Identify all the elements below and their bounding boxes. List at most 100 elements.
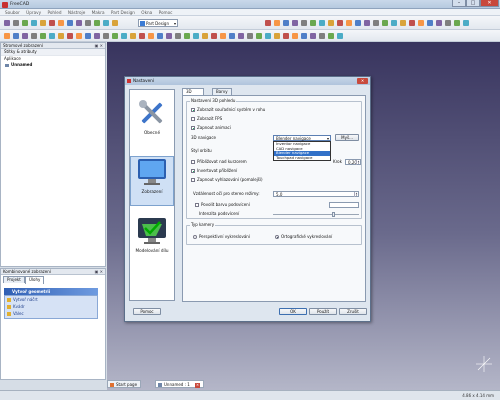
- toolbar-tool-icon[interactable]: [309, 33, 316, 39]
- task-panel-header[interactable]: Vytvoř geometrii: [4, 288, 98, 295]
- toolbar-tool-icon[interactable]: [48, 20, 55, 26]
- toolbar-tool-icon[interactable]: [282, 20, 289, 26]
- toolbar-tool-icon[interactable]: [336, 20, 343, 26]
- toolbar-tool-icon[interactable]: [408, 20, 415, 26]
- toolbar-tool-icon[interactable]: [264, 33, 271, 39]
- toolbar-tool-icon[interactable]: [39, 33, 46, 39]
- close-tab-icon[interactable]: ✕: [195, 383, 201, 388]
- radio-button[interactable]: [193, 235, 197, 239]
- toolbar-tool-icon[interactable]: [75, 20, 82, 26]
- help-button[interactable]: Pomoc: [133, 308, 161, 315]
- checkbox[interactable]: [191, 169, 195, 173]
- spin-arrows-icon[interactable]: ▴ ▾: [354, 192, 358, 197]
- check-antialiasing[interactable]: Zapnout vyhlazování (pomalejší): [191, 177, 263, 182]
- menu-macro[interactable]: Makra: [92, 9, 105, 16]
- toolbar-tool-icon[interactable]: [327, 33, 334, 39]
- dropdown-option[interactable]: Touchpad navigace: [274, 155, 330, 161]
- toolbar-tool-icon[interactable]: [255, 33, 262, 39]
- toolbar-tool-icon[interactable]: [57, 33, 64, 39]
- zoom-step-spinbox[interactable]: 0,20 ▴ ▾: [345, 159, 361, 165]
- panel-float-close-icons[interactable]: ▣ ✕: [95, 269, 103, 275]
- toolbar-tool-icon[interactable]: [93, 20, 100, 26]
- dialog-close-button[interactable]: ✕: [357, 78, 368, 84]
- check-zoom-at-cursor[interactable]: Přibližovat nad kurzorem: [191, 159, 247, 164]
- toolbar-tool-icon[interactable]: [192, 33, 199, 39]
- task-create-sketch[interactable]: Vytvoř náčrt: [5, 296, 97, 303]
- menu-edit[interactable]: Úpravy: [26, 9, 41, 16]
- toolbar-tool-icon[interactable]: [273, 20, 280, 26]
- toolbar-tool-icon[interactable]: [381, 20, 388, 26]
- eye-distance-spinbox[interactable]: 5,0 ▴ ▾: [273, 191, 359, 197]
- toolbar-tool-icon[interactable]: [66, 33, 73, 39]
- toolbar-tool-icon[interactable]: [300, 33, 307, 39]
- toolbar-tool-icon[interactable]: [219, 33, 226, 39]
- toolbar-tool-icon[interactable]: [156, 33, 163, 39]
- toolbar-tool-icon[interactable]: [327, 20, 334, 26]
- checkbox[interactable]: [191, 126, 195, 130]
- toolbar-tool-icon[interactable]: [30, 20, 37, 26]
- tab-colors[interactable]: Barvy: [212, 88, 232, 95]
- toolbar-tool-icon[interactable]: [282, 33, 289, 39]
- toolbar-tool-icon[interactable]: [21, 33, 28, 39]
- toolbar-tool-icon[interactable]: [354, 20, 361, 26]
- spin-arrows-icon[interactable]: ▴ ▾: [356, 160, 360, 165]
- toolbar-tool-icon[interactable]: [444, 20, 451, 26]
- check-show-fps[interactable]: Zobrazit FPS: [191, 116, 222, 121]
- toolbar-tool-icon[interactable]: [435, 20, 442, 26]
- toolbar-tool-icon[interactable]: [12, 33, 19, 39]
- close-button[interactable]: ✕: [480, 0, 499, 7]
- toolbar-tool-icon[interactable]: [57, 20, 64, 26]
- toolbar-tool-icon[interactable]: [291, 20, 298, 26]
- page-general[interactable]: Obecné: [130, 98, 174, 146]
- task-cylinder[interactable]: Válec: [5, 310, 97, 317]
- page-part-design[interactable]: Modelování dílu: [130, 216, 174, 264]
- check-invert-zoom[interactable]: Invertovat přiblížení: [191, 168, 237, 173]
- toolbar-tool-icon[interactable]: [3, 33, 10, 39]
- toolbar-tool-icon[interactable]: [174, 33, 181, 39]
- page-display[interactable]: Zobrazení: [130, 156, 174, 206]
- radio-button[interactable]: [275, 235, 279, 239]
- radio-orthographic[interactable]: Ortografické vykreslování: [275, 234, 332, 239]
- toolbar-tool-icon[interactable]: [417, 20, 424, 26]
- toolbar-tool-icon[interactable]: [237, 33, 244, 39]
- apply-button[interactable]: Použít: [309, 308, 337, 315]
- toolbar-tool-icon[interactable]: [12, 20, 19, 26]
- intensity-slider[interactable]: [273, 214, 359, 215]
- toolbar-tool-icon[interactable]: [318, 33, 325, 39]
- workbench-selector[interactable]: Part Design ▾: [138, 19, 178, 27]
- toolbar-tool-icon[interactable]: [372, 20, 379, 26]
- menu-part-design[interactable]: Part Design: [111, 9, 135, 16]
- tree-header[interactable]: Štítky & atributy: [1, 49, 105, 56]
- doc-tab-start-page[interactable]: Start page: [107, 380, 142, 388]
- maximize-button[interactable]: □: [466, 0, 480, 7]
- toolbar-tool-icon[interactable]: [21, 20, 28, 26]
- toolbar-tool-icon[interactable]: [84, 20, 91, 26]
- check-enable-animation[interactable]: Zapnout animaci: [191, 125, 231, 130]
- toolbar-tool-icon[interactable]: [84, 33, 91, 39]
- toolbar-tool-icon[interactable]: [3, 20, 10, 26]
- toolbar-tool-icon[interactable]: [273, 33, 280, 39]
- toolbar-tool-icon[interactable]: [336, 33, 343, 39]
- toolbar-tool-icon[interactable]: [291, 33, 298, 39]
- toolbar-tool-icon[interactable]: [318, 20, 325, 26]
- toolbar-tool-icon[interactable]: [39, 20, 46, 26]
- menu-windows[interactable]: Okna: [141, 9, 152, 16]
- intensity-slider-thumb[interactable]: [331, 212, 335, 217]
- toolbar-tool-icon[interactable]: [201, 33, 208, 39]
- toolbar-tool-icon[interactable]: [345, 20, 352, 26]
- menu-help[interactable]: Pomoc: [159, 9, 173, 16]
- check-backlight[interactable]: Povolit barvu podsvícení: [195, 202, 250, 207]
- toolbar-tool-icon[interactable]: [129, 33, 136, 39]
- tab-project[interactable]: Projekt: [3, 276, 25, 283]
- checkbox[interactable]: [191, 178, 195, 182]
- checkbox[interactable]: [191, 160, 195, 164]
- toolbar-tool-icon[interactable]: [210, 33, 217, 39]
- minimize-button[interactable]: –: [452, 0, 466, 7]
- menu-tools[interactable]: Nástroje: [68, 9, 85, 16]
- radio-perspective[interactable]: Perspektivní vykreslování: [193, 234, 250, 239]
- toolbar-tool-icon[interactable]: [120, 33, 127, 39]
- mouse-settings-button[interactable]: Myš...: [335, 134, 359, 141]
- checkbox[interactable]: [191, 117, 195, 121]
- toolbar-tool-icon[interactable]: [138, 33, 145, 39]
- toolbar-tool-icon[interactable]: [111, 33, 118, 39]
